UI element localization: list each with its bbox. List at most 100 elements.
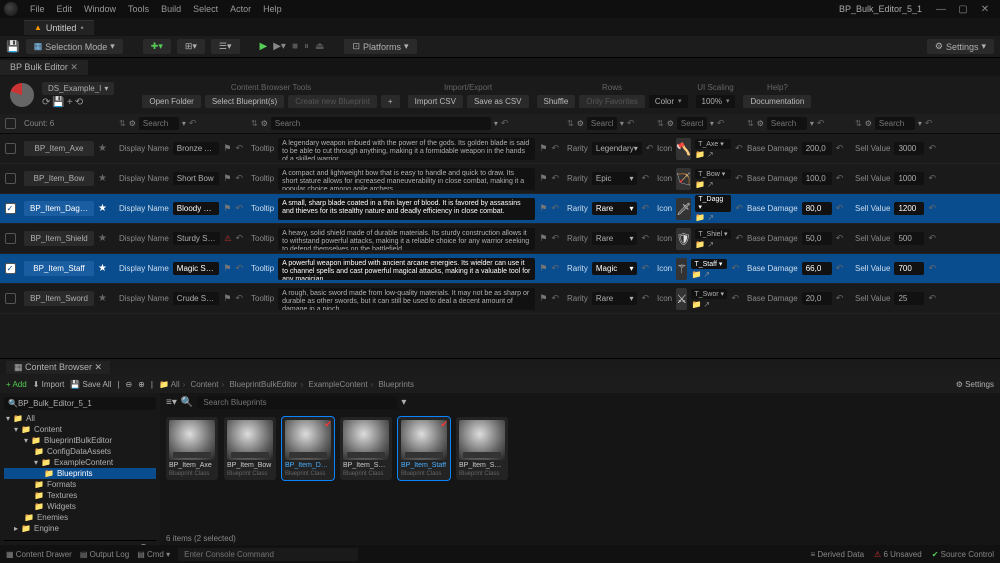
icon-browse-icon[interactable]: 📁 (691, 300, 701, 309)
sell-value-field[interactable]: 1200 (894, 202, 924, 215)
create-blueprint-button[interactable]: Create new Blueprint (288, 95, 377, 108)
icon-use-icon[interactable]: ↗ (707, 240, 714, 249)
search-sell-value[interactable] (875, 117, 915, 130)
grid-row[interactable]: ✓ BP_Item_Staff★ Display NameMagic Staff… (0, 254, 1000, 284)
tooltip-field[interactable]: A heavy, solid shield made of durable ma… (278, 228, 535, 250)
console-input[interactable] (178, 548, 358, 561)
close-button[interactable]: ✕ (974, 4, 996, 15)
tooltip-field[interactable]: A compact and lightweight bow that is ea… (278, 168, 535, 190)
reset-icon[interactable]: ↶ (928, 233, 936, 244)
cb-settings-button[interactable]: ⚙ Settings (956, 380, 994, 389)
sell-value-field[interactable]: 700 (894, 262, 924, 275)
menu-tools[interactable]: Tools (122, 4, 155, 14)
asset-tile[interactable]: BP_Item_AxeBlueprint Class (166, 417, 218, 480)
flag-icon[interactable]: ⚑ (539, 143, 547, 154)
rarity-dropdown[interactable]: Legendary▾ (592, 142, 642, 155)
reset-icon[interactable]: ↶ (928, 293, 936, 304)
tooltip-field[interactable]: A powerful weapon imbued with ancient ar… (278, 258, 535, 280)
row-checkbox[interactable]: ✓ (5, 263, 16, 274)
reset-icon[interactable]: ↶ (235, 173, 243, 184)
blueprint-name-button[interactable]: BP_Item_Sword (24, 291, 94, 306)
tree-cda[interactable]: 📁ConfigDataAssets (4, 446, 156, 457)
select-all-checkbox[interactable] (5, 118, 16, 129)
reset-icon[interactable]: ↶ (928, 203, 936, 214)
play-options-dropdown[interactable]: ▶▾ (273, 41, 286, 52)
cb-add-button[interactable]: + Add (6, 380, 27, 389)
select-blueprints-button[interactable]: Select Blueprint(s) (205, 95, 284, 108)
rarity-dropdown[interactable]: Rare▾ (592, 232, 638, 245)
base-damage-field[interactable]: 200,0 (802, 142, 832, 155)
base-damage-field[interactable]: 80,0 (802, 202, 832, 215)
icon-browse-icon[interactable]: 📁 (695, 150, 705, 159)
cb-filter-icon[interactable]: ≡▾ (166, 397, 177, 408)
reset-icon[interactable]: ↶ (551, 233, 559, 244)
flag-icon[interactable]: ⚑ (539, 173, 547, 184)
row-checkbox[interactable] (5, 233, 16, 244)
display-name-field[interactable]: Magic Staff (173, 262, 220, 275)
breadcrumb[interactable]: 📁 All› Content› BlueprintBulkEditor› Exa… (159, 380, 414, 389)
icon-thumbnail[interactable]: ⚔ (676, 288, 687, 310)
asset-tile[interactable]: BP_Item_BowBlueprint Class (224, 417, 276, 480)
asset-tile[interactable]: BP_Item_ShieldBlueprint Class (340, 417, 392, 480)
tree-all[interactable]: ▾📁All (4, 413, 156, 424)
sort-rarity-icon[interactable]: ⇅ (567, 119, 574, 128)
color-dropdown[interactable]: Color (649, 95, 688, 108)
favorite-star-icon[interactable]: ★ (98, 173, 107, 184)
sort-display-name-icon[interactable]: ⇅ (119, 119, 126, 128)
documentation-button[interactable]: Documentation (743, 95, 811, 108)
icon-use-icon[interactable]: ↗ (707, 180, 714, 189)
flag-icon[interactable]: ⚑ (539, 293, 547, 304)
display-name-field[interactable]: Crude Sword (173, 292, 220, 305)
cb-history-back[interactable]: ⊖ (125, 380, 132, 389)
base-damage-field[interactable]: 100,0 (802, 172, 832, 185)
icon-thumbnail[interactable]: 🪓 (676, 138, 691, 160)
blueprint-name-button[interactable]: BP_Item_Staff (24, 261, 94, 276)
cb-save-all-button[interactable]: 💾 Save All (70, 380, 111, 389)
save-icon[interactable]: 💾 (6, 40, 20, 53)
display-name-field[interactable]: Bloody Dagger (173, 202, 220, 215)
reset-icon[interactable]: ↶ (551, 263, 559, 274)
reset-icon[interactable]: ↶ (551, 293, 559, 304)
content-drawer-button[interactable]: ▦ Content Drawer (6, 550, 72, 559)
reset-icon[interactable]: ↶ (641, 293, 649, 304)
save-csv-button[interactable]: Save as CSV (467, 95, 529, 108)
tree-bbe[interactable]: ▾📁BlueprintBulkEditor (4, 435, 156, 446)
sequencer-dropdown[interactable]: ☰▾ (211, 39, 240, 54)
reset-icon[interactable]: ↶ (836, 173, 844, 184)
play-button[interactable]: ▶ (260, 41, 268, 52)
icon-thumbnail[interactable]: 🗡 (676, 198, 691, 220)
menu-actor[interactable]: Actor (224, 4, 257, 14)
add-asset-icon[interactable]: + (67, 97, 73, 108)
base-damage-field[interactable]: 66,0 (802, 262, 832, 275)
menu-build[interactable]: Build (155, 4, 187, 14)
refresh-icon[interactable]: ⟳ (42, 97, 50, 108)
sell-value-field[interactable]: 500 (894, 232, 924, 245)
tree-ec[interactable]: ▾📁ExampleContent (4, 457, 156, 468)
reset-icon[interactable]: ↶ (836, 263, 844, 274)
reset-icon[interactable]: ↶ (735, 173, 743, 184)
reset-icon[interactable]: ↶ (235, 143, 243, 154)
tooltip-field[interactable]: A rough, basic sword made from low-quali… (278, 288, 535, 310)
favorite-star-icon[interactable]: ★ (98, 293, 107, 304)
favorite-star-icon[interactable]: ★ (98, 143, 107, 154)
reset-icon[interactable]: ↶ (836, 293, 844, 304)
favorite-star-icon[interactable]: ★ (98, 263, 107, 274)
skip-button[interactable]: ■ (292, 41, 298, 52)
icon-asset-dropdown[interactable]: T_Axe ▾ (695, 139, 731, 149)
tree-enemies[interactable]: 📁Enemies (4, 512, 156, 523)
blueprint-name-button[interactable]: BP_Item_Axe (24, 141, 94, 156)
rarity-dropdown[interactable]: Rare▾ (592, 202, 638, 215)
output-log-button[interactable]: ▤ Output Log (80, 550, 129, 559)
tree-textures[interactable]: 📁Textures (4, 490, 156, 501)
icon-browse-icon[interactable]: 📁 (695, 213, 705, 222)
marketplace-dropdown[interactable]: ⊞▾ (177, 39, 205, 54)
reset-icon[interactable]: ↶ (189, 118, 197, 129)
reset-icon[interactable]: ↶ (836, 233, 844, 244)
row-checkbox[interactable] (5, 293, 16, 304)
sell-value-field[interactable]: 25 (894, 292, 924, 305)
sell-value-field[interactable]: 3000 (894, 142, 924, 155)
favorite-star-icon[interactable]: ★ (98, 203, 107, 214)
menu-window[interactable]: Window (78, 4, 122, 14)
blueprint-name-button[interactable]: BP_Item_Dagger (24, 201, 94, 216)
display-name-field[interactable]: Bronze Axe (173, 142, 220, 155)
